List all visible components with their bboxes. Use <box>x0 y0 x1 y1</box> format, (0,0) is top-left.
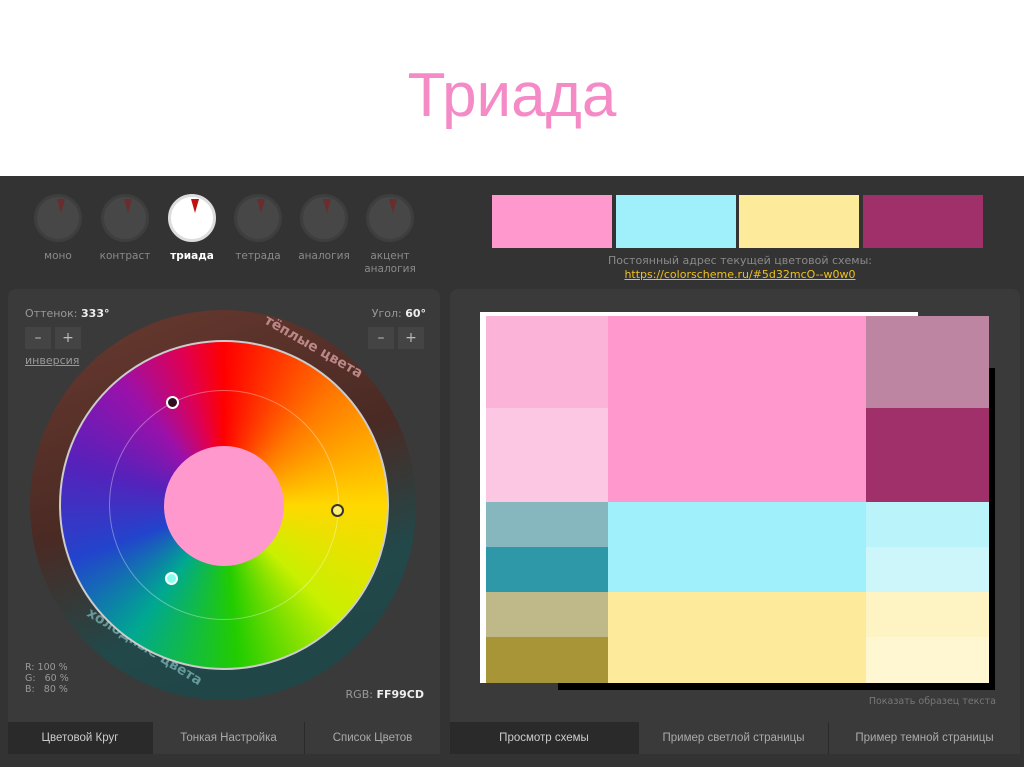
rgb-readout: RGB: FF99CD <box>345 688 424 701</box>
preview-block-c2 <box>866 408 989 502</box>
hue-marker-tertiary[interactable] <box>331 504 344 517</box>
hue-minus-button[interactable]: – <box>25 327 51 349</box>
scheme-0[interactable]: моно <box>28 194 88 263</box>
angle-minus-button[interactable]: – <box>368 327 394 349</box>
preview-block-a4 <box>486 547 608 592</box>
scheme-wheel-icon <box>366 194 414 242</box>
hue-plus-button[interactable]: + <box>55 327 81 349</box>
tab-1[interactable]: Пример светлой страницы <box>638 722 828 754</box>
preview-block-a3 <box>486 502 608 547</box>
preview-block-a5 <box>486 592 608 637</box>
preview-block-c1 <box>866 316 989 408</box>
hue-marker-primary[interactable] <box>165 572 178 585</box>
scheme-label: аналогия <box>298 250 350 262</box>
permalink-label: Постоянный адрес текущей цветовой схемы: <box>607 254 872 267</box>
scheme-4[interactable]: аналогия <box>294 194 354 263</box>
show-sample-text-link[interactable]: Показать образец текста <box>869 696 996 707</box>
hue-marker-secondary[interactable] <box>166 396 179 409</box>
rgb-percentages: R: 100 % G: 60 % B: 80 % <box>25 662 69 695</box>
scheme-5[interactable]: акцент аналогия <box>360 194 420 276</box>
tab-0[interactable]: Цветовой Круг <box>8 722 152 754</box>
permalink-url[interactable]: https://colorscheme.ru/#5d32mcO--w0w0 <box>624 268 855 281</box>
slide-title: Триада <box>407 61 617 130</box>
tab-2[interactable]: Список Цветов <box>304 722 440 754</box>
permalink: Постоянный адрес текущей цветовой схемы:… <box>490 254 990 282</box>
scheme-wheel-icon <box>34 194 82 242</box>
preview-block-yellow <box>608 592 866 683</box>
colorscheme-app: моно контраст триада тетрада аналогия акцент … <box>0 176 1024 767</box>
preview-panel: Показать образец текста Просмотр схемы Пр… <box>450 289 1020 754</box>
scheme-wheel-icon <box>300 194 348 242</box>
scheme-2[interactable]: триада <box>162 194 222 263</box>
scheme-swatch[interactable] <box>739 195 859 248</box>
scheme-label: моно <box>44 250 72 262</box>
scheme-swatch[interactable] <box>615 195 736 248</box>
tab-2[interactable]: Пример темной страницы <box>828 722 1020 754</box>
preview-block-cyan <box>608 502 866 592</box>
selected-color-center <box>164 446 284 566</box>
angle-plus-button[interactable]: + <box>398 327 424 349</box>
preview-block-c5 <box>866 592 989 637</box>
scheme-label: контраст <box>99 250 151 262</box>
inversion-link[interactable]: инверсия <box>25 354 79 367</box>
scheme-wheel-icon <box>168 194 216 242</box>
tab-0[interactable]: Просмотр схемы <box>450 722 638 754</box>
scheme-label: триада <box>170 250 214 262</box>
preview-block-a1 <box>486 316 608 408</box>
scheme-3[interactable]: тетрада <box>228 194 288 263</box>
hue-readout: Оттенок: 333° <box>25 307 110 320</box>
scheme-label: тетрада <box>235 250 281 262</box>
preview-block-a2 <box>486 408 608 502</box>
scheme-swatch[interactable] <box>862 195 983 248</box>
scheme-1[interactable]: контраст <box>95 194 155 263</box>
preview-block-c4 <box>866 547 989 592</box>
preview-block-main <box>608 316 866 502</box>
preview-block-c3 <box>866 502 989 547</box>
wheel-panel: Оттенок: 333° – + инверсия Угол: 60° – +… <box>8 289 440 754</box>
scheme-swatch[interactable] <box>492 195 612 248</box>
scheme-wheel-icon <box>234 194 282 242</box>
scheme-wheel-icon <box>101 194 149 242</box>
tab-1[interactable]: Тонкая Настройка <box>152 722 304 754</box>
scheme-label: акцент аналогия <box>364 250 416 275</box>
angle-readout: Угол: 60° <box>371 307 426 320</box>
preview-block-c6 <box>866 637 989 683</box>
preview-block-a6 <box>486 637 608 683</box>
